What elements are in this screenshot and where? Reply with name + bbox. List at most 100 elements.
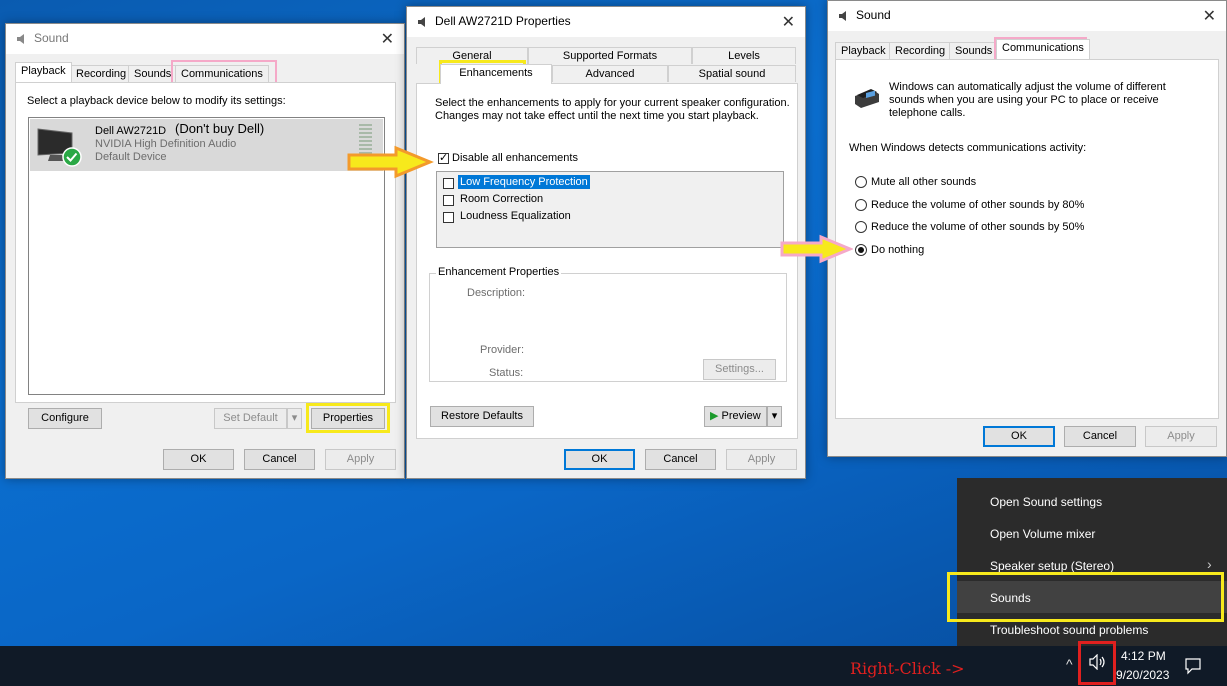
title-bar[interactable]: Sound ✕ bbox=[6, 24, 404, 54]
radio-reduce-80[interactable] bbox=[855, 199, 867, 211]
sound-dialog-playback: Sound ✕ Playback Recording Sounds Commun… bbox=[5, 23, 405, 479]
tab-recording[interactable]: Recording bbox=[889, 42, 952, 59]
cancel-button[interactable]: Cancel bbox=[244, 449, 315, 470]
group-title: Enhancement Properties bbox=[436, 266, 562, 278]
settings-button[interactable]: Settings... bbox=[703, 359, 776, 380]
radio-do-nothing[interactable] bbox=[855, 244, 867, 256]
tab-sounds[interactable]: Sounds bbox=[128, 65, 178, 82]
window-title: Sound bbox=[34, 31, 69, 45]
enhancement-checkbox[interactable] bbox=[443, 195, 454, 206]
description-label: Description: bbox=[467, 287, 526, 299]
play-icon: ▶ bbox=[710, 410, 719, 422]
device-properties-dialog: Dell AW2721D Properties ✕ General Suppor… bbox=[406, 6, 806, 479]
restore-defaults-button[interactable]: Restore Defaults bbox=[430, 406, 534, 427]
taskbar: Right-Click -> ^ 4:12 PM 9/20/2023 bbox=[0, 641, 1227, 686]
speaker-volume-icon bbox=[1089, 654, 1105, 670]
tab-communications[interactable]: Communications bbox=[996, 39, 1090, 59]
tab-levels[interactable]: Levels bbox=[692, 47, 796, 64]
option-reduce-80[interactable]: Reduce the volume of other sounds by 80% bbox=[871, 199, 1084, 211]
enhancement-list[interactable]: Low Frequency Protection Room Correction… bbox=[436, 171, 784, 248]
instruction-text: Select a playback device below to modify… bbox=[27, 95, 286, 107]
tab-advanced[interactable]: Advanced bbox=[552, 65, 668, 82]
enhancement-item-loudness[interactable]: Loudness Equalization bbox=[460, 210, 571, 222]
enhancement-checkbox[interactable] bbox=[443, 212, 454, 223]
chevron-down-icon: ▾ bbox=[291, 412, 298, 424]
apply-button[interactable]: Apply bbox=[726, 449, 797, 470]
device-driver: NVIDIA High Definition Audio bbox=[95, 138, 237, 150]
tab-spatial-sound[interactable]: Spatial sound bbox=[668, 65, 796, 82]
ok-button[interactable]: OK bbox=[983, 426, 1055, 447]
tab-sounds[interactable]: Sounds bbox=[949, 42, 999, 59]
tab-recording[interactable]: Recording bbox=[70, 65, 133, 82]
menu-item-open-volume-mixer[interactable]: Open Volume mixer bbox=[990, 527, 1095, 541]
tab-enhancements[interactable]: Enhancements bbox=[440, 64, 552, 84]
apply-button[interactable]: Apply bbox=[325, 449, 396, 470]
menu-item-speaker-setup[interactable]: Speaker setup (Stereo) bbox=[990, 559, 1114, 573]
device-list[interactable]: Dell AW2721D (Don't buy Dell) NVIDIA Hig… bbox=[28, 117, 385, 395]
sound-dialog-communications: Sound ✕ Playback Recording Sounds Commun… bbox=[827, 0, 1227, 457]
checkmark-icon: ✓ bbox=[439, 152, 449, 164]
option-mute-all[interactable]: Mute all other sounds bbox=[871, 176, 976, 188]
info-text: Windows can automatically adjust the vol… bbox=[889, 81, 1166, 119]
set-default-dropdown[interactable]: ▾ bbox=[287, 408, 302, 429]
orange-arrow-annotation bbox=[347, 145, 434, 179]
close-icon[interactable]: ✕ bbox=[1203, 6, 1216, 26]
disable-all-checkbox[interactable]: ✓ bbox=[438, 152, 449, 164]
enhancement-item-room-correction[interactable]: Room Correction bbox=[460, 193, 543, 205]
menu-item-troubleshoot[interactable]: Troubleshoot sound problems bbox=[990, 623, 1148, 637]
chevron-right-icon: › bbox=[1207, 556, 1212, 572]
ok-button[interactable]: OK bbox=[163, 449, 234, 470]
apply-button[interactable]: Apply bbox=[1145, 426, 1217, 447]
tab-playback[interactable]: Playback bbox=[15, 62, 72, 82]
device-name: Dell AW2721D bbox=[95, 125, 167, 137]
speaker-icon bbox=[839, 11, 846, 21]
option-do-nothing[interactable]: Do nothing bbox=[871, 244, 924, 256]
title-bar[interactable]: Sound ✕ bbox=[828, 1, 1226, 31]
sounds-menu-highlight bbox=[947, 572, 1224, 622]
tab-supported-formats[interactable]: Supported Formats bbox=[528, 47, 692, 64]
enhancement-item-low-frequency[interactable]: Low Frequency Protection bbox=[458, 175, 590, 189]
preview-label: Preview bbox=[721, 410, 761, 422]
enhancement-properties-group: Enhancement Properties Description: Prov… bbox=[429, 266, 787, 382]
volume-tray-button[interactable] bbox=[1078, 641, 1116, 685]
telephone-icon bbox=[855, 89, 879, 108]
title-bar[interactable]: Dell AW2721D Properties ✕ bbox=[407, 7, 805, 37]
pink-arrow-annotation bbox=[780, 234, 853, 264]
provider-label: Provider: bbox=[480, 344, 525, 356]
clock-time[interactable]: 4:12 PM bbox=[1121, 649, 1166, 663]
communications-tab-highlight bbox=[171, 60, 277, 84]
status-label: Status: bbox=[489, 367, 524, 379]
option-reduce-50[interactable]: Reduce the volume of other sounds by 50% bbox=[871, 221, 1084, 233]
device-note: (Don't buy Dell) bbox=[175, 121, 265, 136]
chevron-down-icon: ▾ bbox=[771, 410, 778, 422]
cancel-button[interactable]: Cancel bbox=[645, 449, 716, 470]
right-click-annotation: Right-Click -> bbox=[850, 659, 965, 678]
speaker-icon bbox=[17, 34, 24, 44]
clock-date[interactable]: 9/20/2023 bbox=[1116, 668, 1169, 682]
tab-content: Select a playback device below to modify… bbox=[15, 82, 396, 403]
preview-button[interactable]: ▶ Preview bbox=[704, 406, 767, 427]
enhancement-checkbox[interactable] bbox=[443, 178, 454, 189]
properties-highlight bbox=[306, 403, 390, 433]
cancel-button[interactable]: Cancel bbox=[1064, 426, 1136, 447]
configure-button[interactable]: Configure bbox=[28, 408, 102, 429]
set-default-button[interactable]: Set Default bbox=[214, 408, 287, 429]
ok-button[interactable]: OK bbox=[564, 449, 635, 470]
radio-reduce-50[interactable] bbox=[855, 221, 867, 233]
device-row[interactable]: Dell AW2721D (Don't buy Dell) NVIDIA Hig… bbox=[30, 119, 383, 171]
window-title: Sound bbox=[856, 8, 891, 22]
show-hidden-icons-chevron-icon[interactable]: ^ bbox=[1066, 656, 1073, 672]
close-icon[interactable]: ✕ bbox=[782, 12, 795, 32]
tab-content: Select the enhancements to apply for you… bbox=[416, 83, 798, 439]
speaker-icon bbox=[418, 17, 425, 27]
window-title: Dell AW2721D Properties bbox=[435, 14, 571, 28]
preview-dropdown[interactable]: ▾ bbox=[767, 406, 782, 427]
radio-mute-all[interactable] bbox=[855, 176, 867, 188]
prompt-text: When Windows detects communications acti… bbox=[849, 142, 1087, 154]
close-icon[interactable]: ✕ bbox=[381, 29, 394, 49]
instruction-text: Select the enhancements to apply for you… bbox=[435, 97, 790, 122]
notification-icon[interactable] bbox=[1184, 657, 1202, 675]
menu-item-open-sound-settings[interactable]: Open Sound settings bbox=[990, 495, 1102, 509]
disable-all-label[interactable]: Disable all enhancements bbox=[452, 152, 578, 164]
tab-playback[interactable]: Playback bbox=[835, 42, 892, 59]
